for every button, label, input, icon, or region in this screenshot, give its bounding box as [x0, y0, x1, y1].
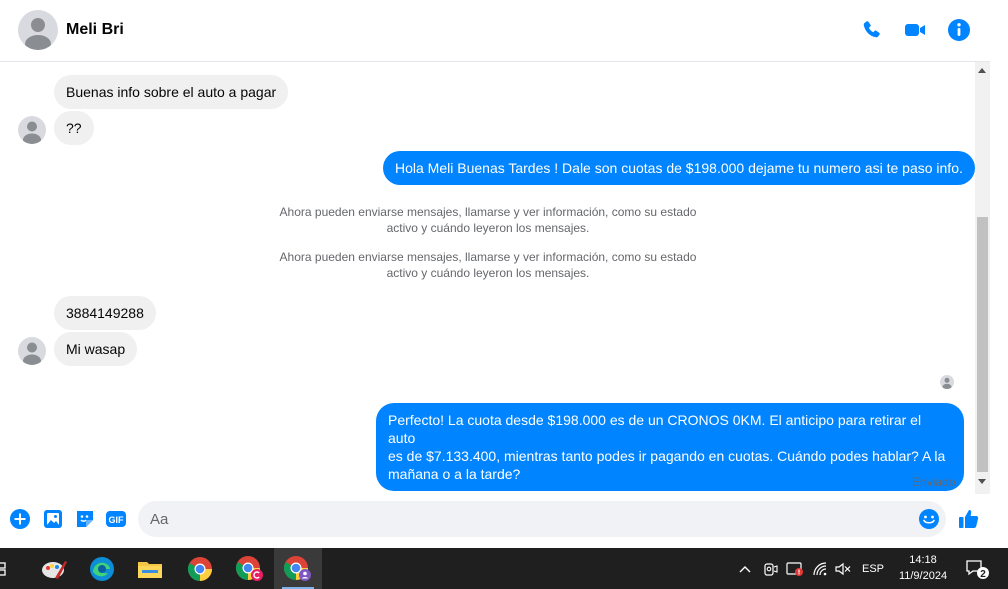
scroll-up-arrow[interactable]: [978, 68, 986, 73]
chat-scrollbar[interactable]: [975, 62, 990, 494]
info-icon[interactable]: [947, 18, 971, 42]
gif-icon[interactable]: GIF: [105, 508, 127, 530]
volume-muted-icon[interactable]: [834, 548, 852, 589]
sticker-icon[interactable]: [74, 508, 96, 530]
thumbs-up-icon[interactable]: [957, 507, 981, 531]
video-camera-icon[interactable]: [903, 18, 927, 42]
clock[interactable]: 14:18 11/9/2024: [893, 552, 953, 584]
contact-name[interactable]: Meli Bri: [66, 21, 124, 39]
incoming-message[interactable]: Buenas info sobre el auto a pagar: [54, 75, 289, 109]
security-alert-icon[interactable]: [786, 548, 804, 589]
outgoing-message[interactable]: Hola Meli Buenas Tardes ! Dale son cuota…: [383, 151, 975, 185]
scroll-down-arrow[interactable]: [978, 479, 986, 484]
chrome-profile-2-icon[interactable]: [274, 548, 322, 589]
emoji-icon[interactable]: [918, 508, 940, 530]
chat-header: Meli Bri: [0, 0, 990, 62]
chevron-up-icon[interactable]: [738, 548, 754, 589]
clock-date: 11/9/2024: [898, 570, 948, 582]
incoming-message[interactable]: 3884149288: [54, 296, 156, 330]
plus-icon[interactable]: [9, 508, 31, 530]
window-edge: [990, 0, 1008, 548]
contact-avatar[interactable]: [18, 10, 58, 50]
message-input-container[interactable]: [138, 501, 946, 537]
outgoing-message[interactable]: Perfecto! La cuota desde $198.000 es de …: [376, 403, 964, 491]
image-icon[interactable]: [42, 508, 64, 530]
contact-avatar-small[interactable]: [18, 116, 46, 144]
incoming-message[interactable]: Mi wasap: [54, 332, 138, 366]
message-thread: Buenas info sobre el auto a pagar ?? Hol…: [0, 62, 975, 494]
file-explorer-icon[interactable]: [126, 548, 174, 589]
windows-taskbar: ESP 14:18 11/9/2024 2: [0, 548, 1008, 589]
scroll-thumb[interactable]: [977, 217, 988, 472]
message-status: Enviado: [912, 475, 956, 489]
system-notice: Ahora pueden enviarse mensajes, llamarse…: [279, 250, 697, 280]
task-view-icon[interactable]: [0, 548, 12, 589]
chrome-icon[interactable]: [176, 548, 224, 589]
language-indicator[interactable]: ESP: [862, 548, 886, 589]
message-input[interactable]: [150, 501, 910, 537]
wifi-icon[interactable]: [812, 548, 830, 589]
message-composer: GIF: [0, 494, 990, 548]
paint-icon[interactable]: [30, 548, 78, 589]
svg-text:GIF: GIF: [109, 515, 125, 525]
system-notice: Ahora pueden enviarse mensajes, llamarse…: [279, 205, 697, 235]
chrome-profile-c-icon[interactable]: [226, 548, 274, 589]
edge-icon[interactable]: [78, 548, 126, 589]
clock-time: 14:18: [909, 554, 937, 566]
meet-now-icon[interactable]: [762, 548, 778, 589]
seen-avatar-icon: [940, 375, 954, 389]
contact-avatar-small[interactable]: [18, 337, 46, 365]
notification-center-icon[interactable]: 2: [964, 548, 990, 589]
incoming-message[interactable]: ??: [54, 111, 94, 145]
notification-count: 2: [980, 569, 986, 580]
phone-icon[interactable]: [860, 18, 884, 42]
